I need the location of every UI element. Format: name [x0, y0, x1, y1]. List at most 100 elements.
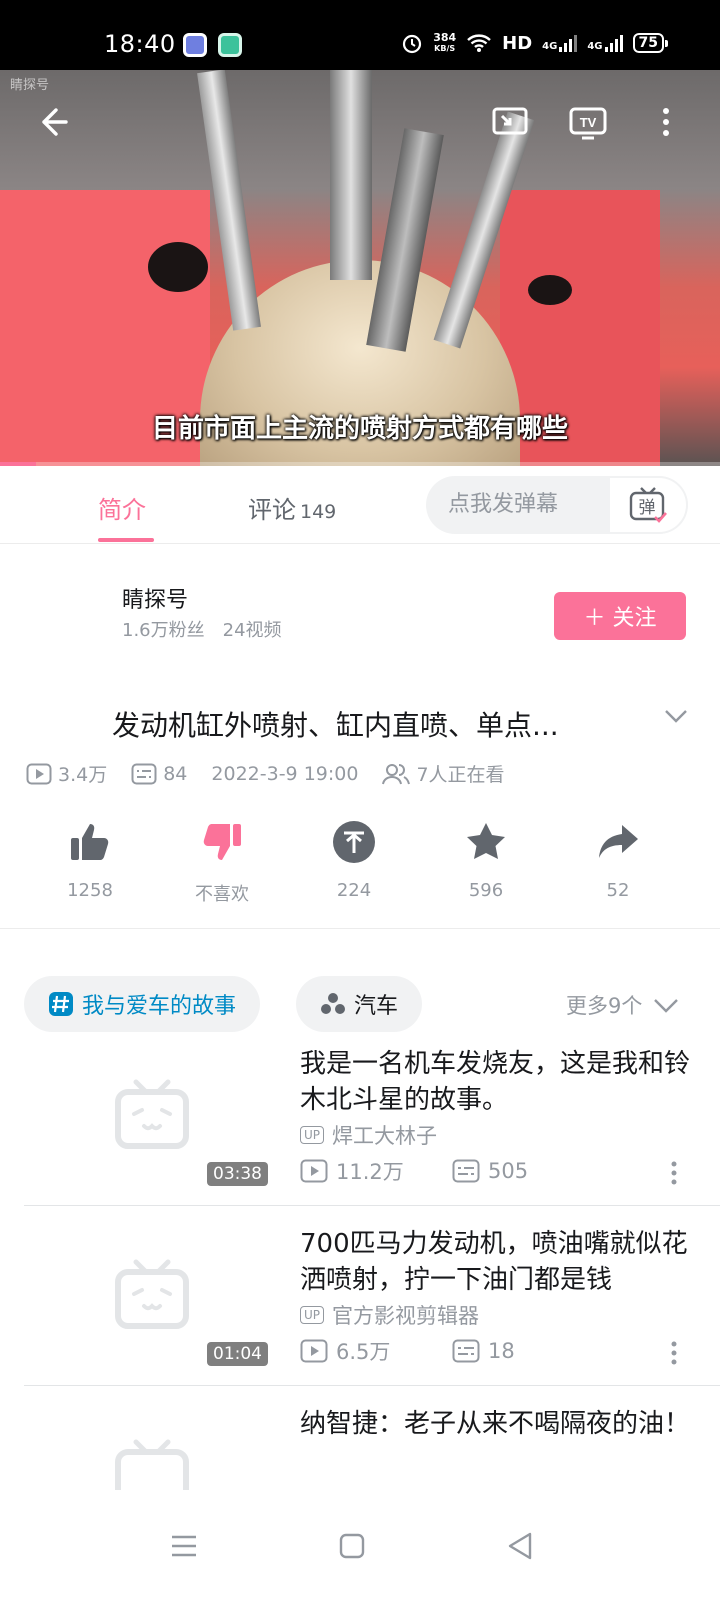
tab-comments[interactable]: 评论 149 [248, 490, 336, 525]
video-meta: 3.4万 84 2022-3-9 19:00 7人正在看 [26, 760, 529, 787]
tv-label: TV [580, 115, 597, 130]
category-icon [321, 993, 345, 1014]
tv-placeholder-icon [115, 1079, 189, 1149]
tabs-divider [0, 543, 720, 544]
more-vertical-icon[interactable] [664, 1158, 684, 1188]
recommended-stats: 11.2万 505 [300, 1156, 604, 1186]
video-title: 发动机缸外喷射、缸内直喷、单点... [112, 709, 559, 742]
favorite-button[interactable]: 596 [436, 818, 536, 901]
video-duration: 03:38 [207, 1162, 268, 1186]
status-bar: 18:40 384 KB/S HD 4G 4G 75 [0, 0, 720, 70]
signal-2: 4G [587, 34, 623, 52]
tab-intro[interactable]: 简介 [98, 490, 146, 525]
recommended-uploader: UP 焊工大林子 [300, 1120, 437, 1150]
hashtag-icon [49, 992, 73, 1016]
danmaku-count-icon [452, 1159, 480, 1183]
coin-button[interactable]: 224 [304, 818, 404, 901]
action-bar: 1258 不喜欢 224 596 52 [0, 818, 720, 908]
video-subtitle: 目前市面上主流的喷射方式都有哪些 [151, 414, 568, 444]
play-count-icon [300, 1159, 328, 1183]
more-tags-button[interactable]: 更多9个 [566, 990, 680, 1020]
video-frame-part [330, 70, 372, 280]
wifi-icon [467, 34, 491, 52]
video-player[interactable]: 睛探号 目前市面上主流的喷射方式都有哪些 TV [0, 70, 720, 466]
back-triangle-icon [508, 1532, 532, 1560]
views-stat: 3.4万 [26, 760, 107, 787]
tv-cast-button[interactable]: TV [566, 100, 610, 144]
danmaku-count-icon [131, 763, 157, 784]
topic-tag[interactable]: 我与爱车的故事 [24, 976, 261, 1032]
notification-app-icon [183, 33, 207, 57]
status-time: 18:40 [104, 30, 176, 58]
recommended-video-item[interactable]: 01:04 700匹马力发动机，喷油嘴就似花洒喷射，拧一下油门都是钱 UP 官方影… [0, 1206, 720, 1386]
section-divider [0, 928, 720, 929]
comments-count: 149 [300, 501, 337, 523]
share-arrow-icon [599, 825, 638, 858]
picture-in-picture-button[interactable] [488, 100, 532, 144]
video-duration: 01:04 [207, 1342, 268, 1366]
tv-placeholder-icon [115, 1259, 189, 1329]
video-thumbnail[interactable]: 03:38 [28, 1042, 272, 1192]
notification-app-icon [218, 33, 242, 57]
picture-in-picture-icon [492, 107, 528, 135]
status-indicators: 384 KB/S HD 4G 4G 75 [401, 31, 669, 54]
recommended-video-title: 我是一名机车发烧友，这是我和铃木北斗星的故事。 [300, 1049, 691, 1115]
network-speed: 384 KB/S [433, 31, 457, 53]
category-tag[interactable]: 汽车 [296, 976, 423, 1032]
danmaku-input[interactable]: 点我发弹幕 弹 [426, 476, 688, 534]
video-frame-part [528, 275, 572, 305]
home-square-icon [339, 1533, 365, 1559]
dislike-button[interactable]: 不喜欢 [172, 818, 272, 906]
video-frame-part [148, 242, 208, 292]
recommended-video-title: 纳智捷：老子从来不喝隔夜的油！ [300, 1409, 691, 1439]
danmaku-stat: 84 [131, 763, 187, 785]
play-count-icon [26, 763, 52, 784]
uploader-name[interactable]: 睛探号 [122, 582, 188, 614]
share-button[interactable]: 52 [568, 818, 668, 901]
recommended-uploader: UP 官方影视剪辑器 [300, 1300, 479, 1330]
nav-menu-button[interactable] [154, 1516, 214, 1576]
danmaku-placeholder[interactable]: 点我发弹幕 [426, 476, 608, 534]
menu-icon [172, 1535, 196, 1557]
play-count-icon [300, 1339, 328, 1363]
svg-text:弹: 弹 [639, 498, 656, 518]
chevron-down-icon[interactable] [660, 700, 692, 732]
thumbs-up-icon [71, 824, 109, 860]
recommended-video-title: 700匹马力发动机，喷油嘴就似花洒喷射，拧一下油门都是钱 [300, 1229, 688, 1295]
tv-cast-icon: TV [569, 107, 607, 140]
like-button[interactable]: 1258 [40, 818, 140, 901]
video-watermark: 睛探号 [10, 78, 50, 93]
people-icon [382, 763, 411, 784]
danmaku-toggle-button[interactable]: 弹 [608, 476, 688, 534]
up-badge: UP [300, 1126, 325, 1144]
uploader-followers: 1.6万粉丝 [122, 620, 205, 641]
watching-count: 7人正在看 [382, 760, 505, 787]
video-more-button[interactable] [644, 100, 688, 144]
thumbs-down-icon [203, 824, 241, 860]
alarm-icon [403, 34, 422, 54]
more-vertical-icon[interactable] [664, 1338, 684, 1368]
nav-home-button[interactable] [322, 1516, 382, 1576]
danmaku-count-icon [452, 1339, 480, 1363]
more-vertical-icon [663, 108, 669, 136]
up-badge: UP [300, 1306, 325, 1324]
danmaku-icon: 弹 [629, 487, 667, 523]
follow-button[interactable]: ＋ 关注 [554, 592, 686, 640]
signal-bars-icon [604, 34, 623, 52]
signal-1: 4G [542, 34, 578, 52]
detail-tabs: 简介 评论 149 点我发弹幕 弹 [0, 466, 720, 544]
recommended-video-item[interactable]: 03:38 我是一名机车发烧友，这是我和铃木北斗星的故事。 UP 焊工大林子 11… [0, 1026, 720, 1206]
star-icon [467, 823, 505, 859]
battery-indicator: 75 [632, 33, 669, 53]
video-thumbnail[interactable]: 01:04 [28, 1222, 272, 1372]
hd-label: HD [502, 32, 533, 54]
recommended-stats: 6.5万 18 [300, 1336, 604, 1366]
back-arrow-icon [42, 108, 68, 136]
nav-back-button[interactable] [490, 1516, 550, 1576]
coin-icon [333, 821, 375, 863]
back-button[interactable] [32, 100, 76, 144]
chevron-down-icon [654, 999, 679, 1013]
system-nav-bar [0, 1490, 720, 1600]
signal-bars-icon [559, 34, 578, 52]
active-tab-indicator [98, 538, 154, 542]
